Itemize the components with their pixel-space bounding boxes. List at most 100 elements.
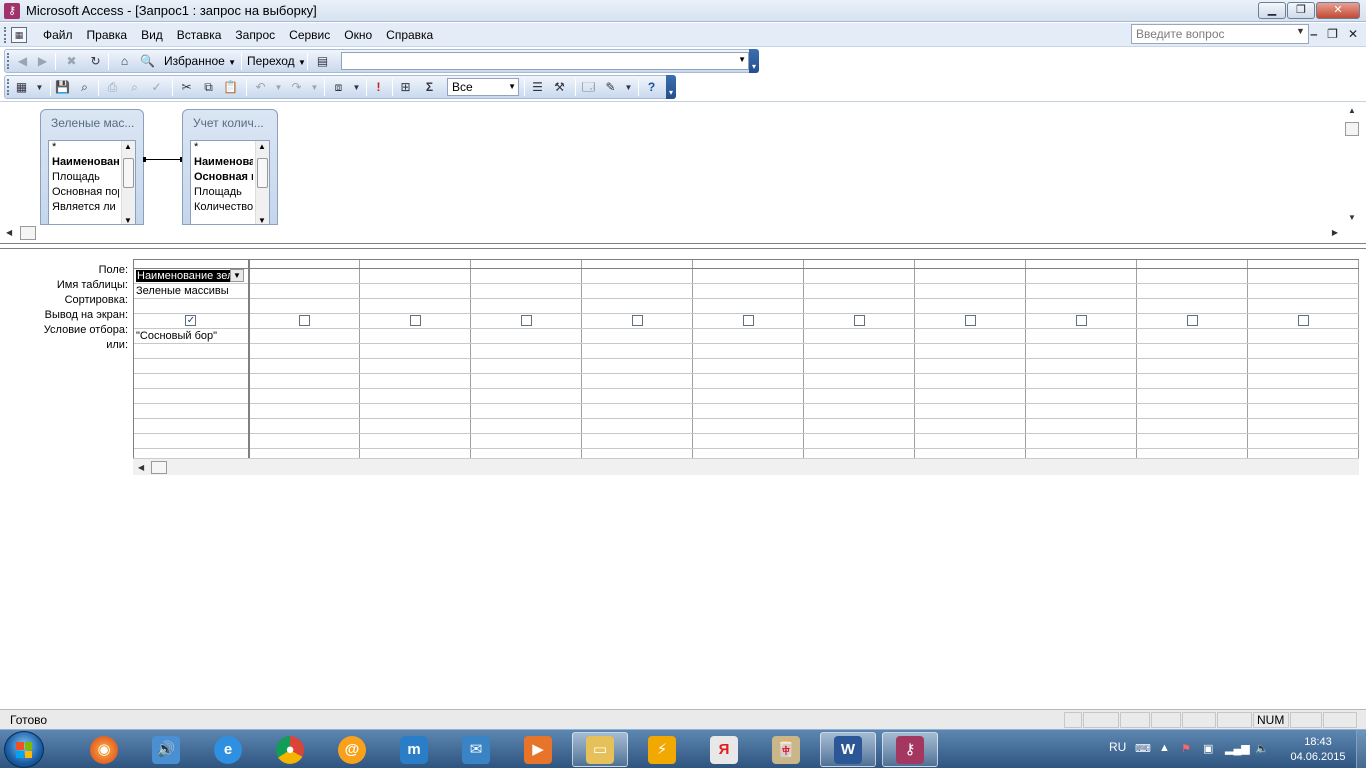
scroll-thumb[interactable] — [151, 461, 167, 474]
grid-cell[interactable] — [359, 298, 472, 314]
taskbar-access[interactable]: ⚷ — [882, 732, 938, 767]
grid-cell[interactable] — [1247, 343, 1359, 359]
forward-icon[interactable]: ▶ — [34, 53, 51, 70]
field-item[interactable]: * — [49, 141, 119, 156]
grid-cell[interactable] — [359, 313, 472, 329]
grid-cell[interactable] — [581, 343, 694, 359]
redo-icon[interactable]: ↷ — [288, 79, 305, 96]
grid-cell[interactable] — [1136, 298, 1248, 314]
minimize-button[interactable]: ▁ — [1258, 2, 1286, 19]
grid-cell[interactable] — [692, 328, 805, 344]
show-checkbox[interactable] — [853, 315, 865, 326]
toolbar-options-icon[interactable]: ▾ — [749, 49, 759, 73]
scroll-left-icon[interactable]: ◀ — [6, 228, 12, 237]
grid-cell[interactable] — [803, 403, 916, 419]
grid-cell[interactable] — [692, 298, 805, 314]
undo-icon[interactable]: ↶ — [252, 79, 269, 96]
grid-cell[interactable] — [1025, 418, 1138, 434]
show-checkbox[interactable] — [964, 315, 976, 326]
column-selector[interactable] — [134, 260, 250, 269]
grid-cell[interactable] — [248, 283, 361, 299]
grid-cell[interactable] — [692, 433, 805, 449]
grid-cell[interactable]: ✓ — [134, 313, 250, 329]
grid-cell[interactable] — [1247, 373, 1359, 389]
grid-cell[interactable] — [914, 418, 1027, 434]
column-selector[interactable] — [581, 260, 694, 269]
menu-tools[interactable]: Сервис — [282, 28, 337, 42]
scroll-thumb[interactable] — [20, 226, 36, 240]
scroll-up-icon[interactable]: ▲ — [258, 142, 266, 151]
column-selector[interactable] — [248, 260, 361, 269]
ask-question-dropdown-icon[interactable]: ▼ — [1296, 26, 1305, 36]
grid-cell[interactable] — [1025, 313, 1138, 329]
scroll-thumb[interactable] — [257, 158, 268, 188]
grid-cell[interactable] — [914, 313, 1027, 329]
menu-grip[interactable] — [4, 27, 7, 43]
grid-cell[interactable] — [134, 373, 250, 389]
taskbar-internet-explorer[interactable]: e — [200, 732, 256, 767]
grid-cell[interactable] — [248, 268, 361, 284]
grid-cell[interactable] — [1025, 268, 1138, 284]
join-line[interactable] — [143, 157, 183, 162]
stop-icon[interactable]: ✖ — [63, 53, 80, 70]
grid-cell[interactable] — [1136, 433, 1248, 449]
grid-cell[interactable] — [248, 358, 361, 374]
grid-cell[interactable] — [1025, 373, 1138, 389]
clock[interactable]: 18:43 04.06.2015 — [1283, 735, 1353, 765]
menu-window[interactable]: Окно — [337, 28, 379, 42]
menu-file[interactable]: Файл — [36, 28, 80, 42]
taskbar-maxthon[interactable]: m — [386, 732, 442, 767]
run-icon[interactable]: ! — [370, 79, 387, 96]
grid-cell[interactable] — [1136, 313, 1248, 329]
grid-cell[interactable] — [359, 403, 472, 419]
show-checkbox[interactable] — [1075, 315, 1087, 326]
grid-cell[interactable] — [692, 313, 805, 329]
search-web-icon[interactable]: 🔍 — [139, 53, 156, 70]
scroll-right-icon[interactable]: ▶ — [1332, 228, 1338, 237]
address-combobox[interactable]: ▼ — [341, 52, 749, 70]
grid-cell[interactable] — [914, 403, 1027, 419]
grid-cell[interactable] — [914, 283, 1027, 299]
show-checkbox[interactable] — [520, 315, 532, 326]
grid-cell[interactable] — [248, 388, 361, 404]
grid-cell[interactable] — [1025, 343, 1138, 359]
grid-cell[interactable] — [914, 373, 1027, 389]
grid-cell[interactable] — [803, 433, 916, 449]
start-button[interactable] — [4, 731, 44, 768]
grid-cell[interactable] — [1247, 298, 1359, 314]
toolbar-grip[interactable] — [7, 79, 10, 95]
grid-cell[interactable] — [914, 343, 1027, 359]
menu-help[interactable]: Справка — [379, 28, 440, 42]
grid-cell[interactable] — [692, 268, 805, 284]
grid-cell[interactable] — [248, 343, 361, 359]
menu-view[interactable]: Вид — [134, 28, 170, 42]
new-object-icon[interactable]: ✎ — [602, 79, 619, 96]
grid-cell[interactable]: Наименование зел▼ — [134, 268, 250, 284]
grid-cell[interactable] — [1136, 418, 1248, 434]
grid-cell[interactable] — [248, 328, 361, 344]
taskbar-mail[interactable]: ✉ — [448, 732, 504, 767]
spelling-icon[interactable]: ✓ — [148, 79, 165, 96]
keyboard-icon[interactable]: ⌨ — [1135, 742, 1151, 755]
grid-cell[interactable] — [248, 418, 361, 434]
show-table-icon[interactable]: ⊞ — [397, 79, 414, 96]
print-preview-icon[interactable]: ⌕ — [126, 79, 143, 96]
grid-cell[interactable] — [692, 358, 805, 374]
grid-cell[interactable] — [803, 268, 916, 284]
grid-cell[interactable] — [692, 343, 805, 359]
query-type-dropdown-icon[interactable]: ▼ — [348, 79, 365, 96]
scroll-thumb[interactable] — [123, 158, 134, 188]
grid-cell[interactable] — [1025, 388, 1138, 404]
view-dropdown-icon[interactable]: ▼ — [31, 79, 48, 96]
goto-menu[interactable]: Переход ▼ — [247, 54, 306, 68]
grid-cell[interactable] — [359, 328, 472, 344]
taskbar-chrome[interactable]: ● — [262, 732, 318, 767]
field-list-title[interactable]: Учет колич... — [183, 110, 277, 134]
restore-button[interactable]: ❐ — [1287, 2, 1315, 19]
taskbar-media-player[interactable]: ▶ — [510, 732, 566, 767]
column-selector[interactable] — [1025, 260, 1138, 269]
grid-cell[interactable] — [470, 358, 583, 374]
column-selector[interactable] — [692, 260, 805, 269]
flag-warning-icon[interactable]: ⚑ — [1181, 742, 1191, 755]
grid-cell[interactable] — [581, 388, 694, 404]
